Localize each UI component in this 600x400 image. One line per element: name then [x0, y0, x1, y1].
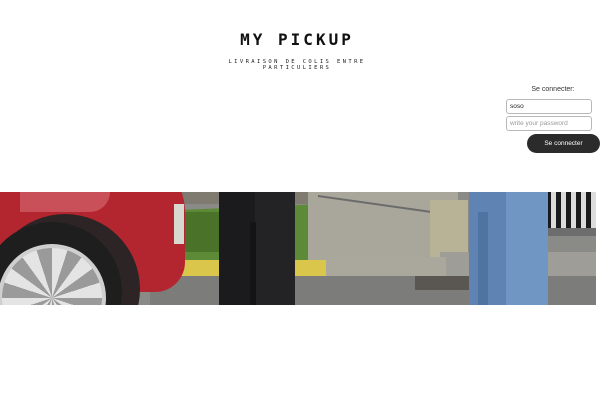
login-heading: Se connecter:: [531, 86, 575, 93]
password-input[interactable]: [506, 116, 592, 131]
login-form: Se connecter: Se connecter: [506, 86, 600, 153]
photo-jeans-shade: [478, 212, 488, 305]
hero-image: [0, 192, 596, 305]
site-title: MY PICKUP: [240, 30, 354, 49]
photo-car-highlight: [20, 192, 110, 212]
site-tagline: LIVRAISON DE COLIS ENTRE PARTICULIERS: [228, 59, 366, 71]
photo-car-light: [174, 204, 184, 244]
page: MY PICKUP LIVRAISON DE COLIS ENTRE PARTI…: [0, 0, 600, 400]
username-input[interactable]: [506, 99, 592, 114]
photo-person-leg-gap: [250, 222, 256, 305]
login-button[interactable]: Se connecter: [527, 134, 600, 153]
photo-jeans-leg-left: [469, 192, 509, 305]
photo-jeans-leg-right: [506, 192, 548, 305]
photo-person-leg-right: [255, 192, 295, 305]
site-header: MY PICKUP LIVRAISON DE COLIS ENTRE PARTI…: [0, 30, 594, 71]
photo-grey-curb: [326, 257, 446, 276]
